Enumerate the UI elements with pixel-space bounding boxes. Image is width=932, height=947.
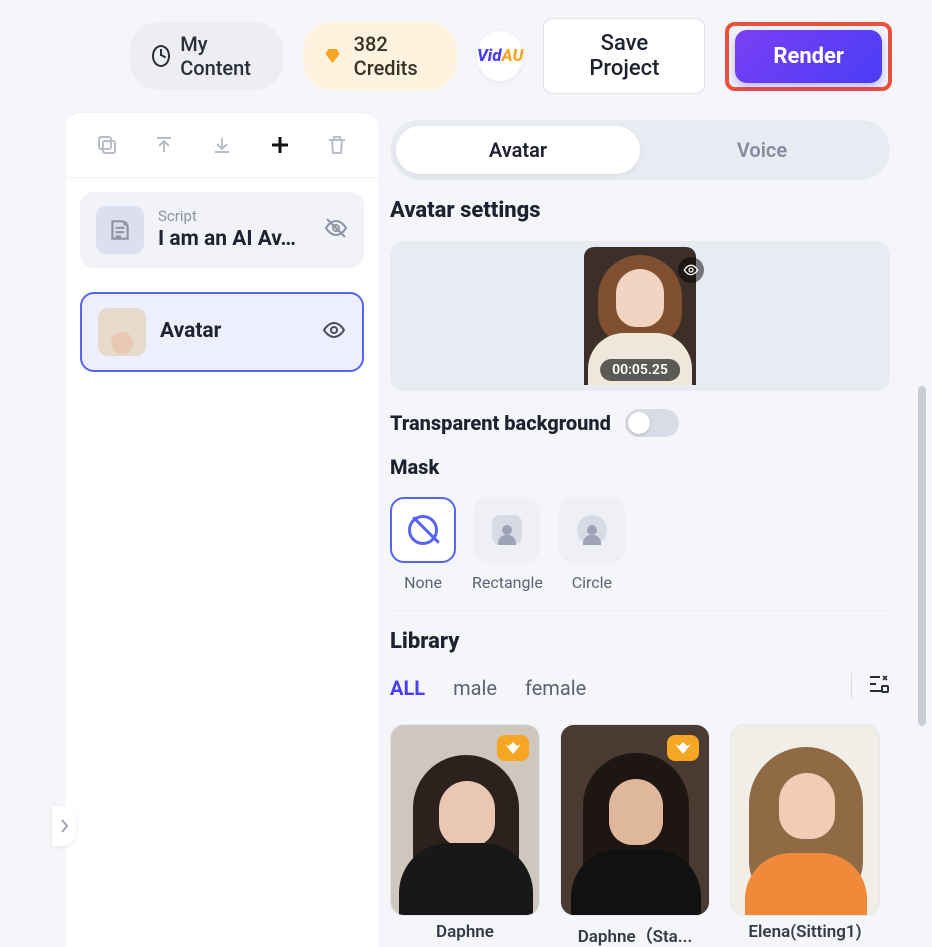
visibility-on-icon[interactable] [322, 318, 346, 346]
none-icon [408, 515, 438, 545]
avatar-card-daphne-sta[interactable]: Daphne（Sta... [560, 724, 710, 947]
layer-script[interactable]: Script I am an AI Av… [80, 192, 364, 268]
render-highlight: Render [725, 22, 892, 91]
library-filters: ALL male female [390, 676, 586, 700]
avatar-preview[interactable]: 00:05.25 [390, 241, 890, 391]
avatar-card-name: Daphne [436, 922, 494, 942]
filter-all[interactable]: ALL [390, 676, 425, 700]
delete-icon[interactable] [323, 131, 351, 159]
premium-badge-icon [667, 735, 699, 761]
move-up-icon[interactable] [150, 131, 178, 159]
duplicate-icon[interactable] [93, 131, 121, 159]
transparent-bg-label: Transparent background [390, 411, 611, 435]
mask-none-label: None [404, 573, 442, 592]
script-label: Script [158, 207, 310, 227]
avatar-card-name: Elena(Sitting1) [748, 922, 861, 942]
avatar-card-name: Daphne（Sta... [578, 922, 693, 947]
credits-pill[interactable]: 382 Credits [303, 22, 457, 90]
clock-icon [152, 45, 170, 67]
mask-options: None Rectangle Circle [390, 497, 890, 592]
filter-divider [851, 673, 852, 699]
save-project-button[interactable]: Save Project [543, 18, 705, 94]
filter-settings-icon[interactable] [866, 672, 890, 700]
scrollbar[interactable] [918, 386, 926, 726]
sidebar-toolbar [66, 113, 378, 178]
mask-circle-label: Circle [572, 573, 612, 592]
library-title: Library [390, 629, 890, 654]
transparent-bg-toggle[interactable] [625, 409, 679, 437]
mask-option-circle[interactable]: Circle [559, 497, 625, 592]
mask-option-none[interactable]: None [390, 497, 456, 592]
visibility-off-icon[interactable] [324, 216, 348, 244]
my-content-button[interactable]: My Content [130, 22, 283, 90]
collapse-sidebar-button[interactable] [52, 806, 76, 846]
avatar-thumb [98, 308, 146, 356]
rectangle-icon [492, 515, 522, 545]
diamond-icon [325, 49, 339, 63]
brand-logo[interactable]: VidAU [477, 31, 524, 81]
my-content-label: My Content [180, 32, 261, 80]
add-layer-icon[interactable] [266, 131, 294, 159]
premium-badge-icon [497, 735, 529, 761]
avatar-card-elena[interactable]: Elena(Sitting1) [730, 724, 880, 947]
divider [390, 610, 890, 611]
filter-female[interactable]: female [525, 676, 586, 700]
avatar-card-image [560, 724, 710, 916]
mask-option-rectangle[interactable]: Rectangle [472, 497, 543, 592]
avatar-card-daphne[interactable]: Daphne [390, 724, 540, 947]
layers-sidebar: Script I am an AI Av… Avatar [66, 112, 378, 947]
circle-icon [577, 515, 607, 545]
move-down-icon[interactable] [208, 131, 236, 159]
avatar-label: Avatar [160, 318, 305, 345]
avatar-card-image [730, 724, 880, 916]
tab-voice[interactable]: Voice [640, 126, 884, 174]
render-button[interactable]: Render [735, 30, 882, 83]
preview-visibility-icon[interactable] [678, 257, 704, 283]
filter-male[interactable]: male [453, 676, 497, 700]
credits-label: 382 Credits [354, 32, 435, 80]
avatar-settings-title: Avatar settings [390, 198, 890, 223]
preview-duration: 00:05.25 [600, 359, 680, 381]
mask-title: Mask [390, 455, 890, 479]
avatar-voice-segment: Avatar Voice [390, 120, 890, 180]
mask-rect-label: Rectangle [472, 573, 543, 592]
settings-panel: Avatar Voice Avatar settings 00:05.25 Tr… [390, 112, 914, 947]
script-text: I am an AI Av… [158, 226, 303, 253]
top-bar: My Content 382 Credits VidAU Save Projec… [0, 0, 932, 112]
tab-avatar[interactable]: Avatar [396, 126, 640, 174]
layer-avatar[interactable]: Avatar [80, 292, 364, 372]
script-icon [96, 206, 144, 254]
library-cards: Daphne Daphne（Sta... Elena(Sitting1) [390, 724, 890, 947]
brand-text: VidAU [477, 46, 524, 66]
avatar-card-image [390, 724, 540, 916]
